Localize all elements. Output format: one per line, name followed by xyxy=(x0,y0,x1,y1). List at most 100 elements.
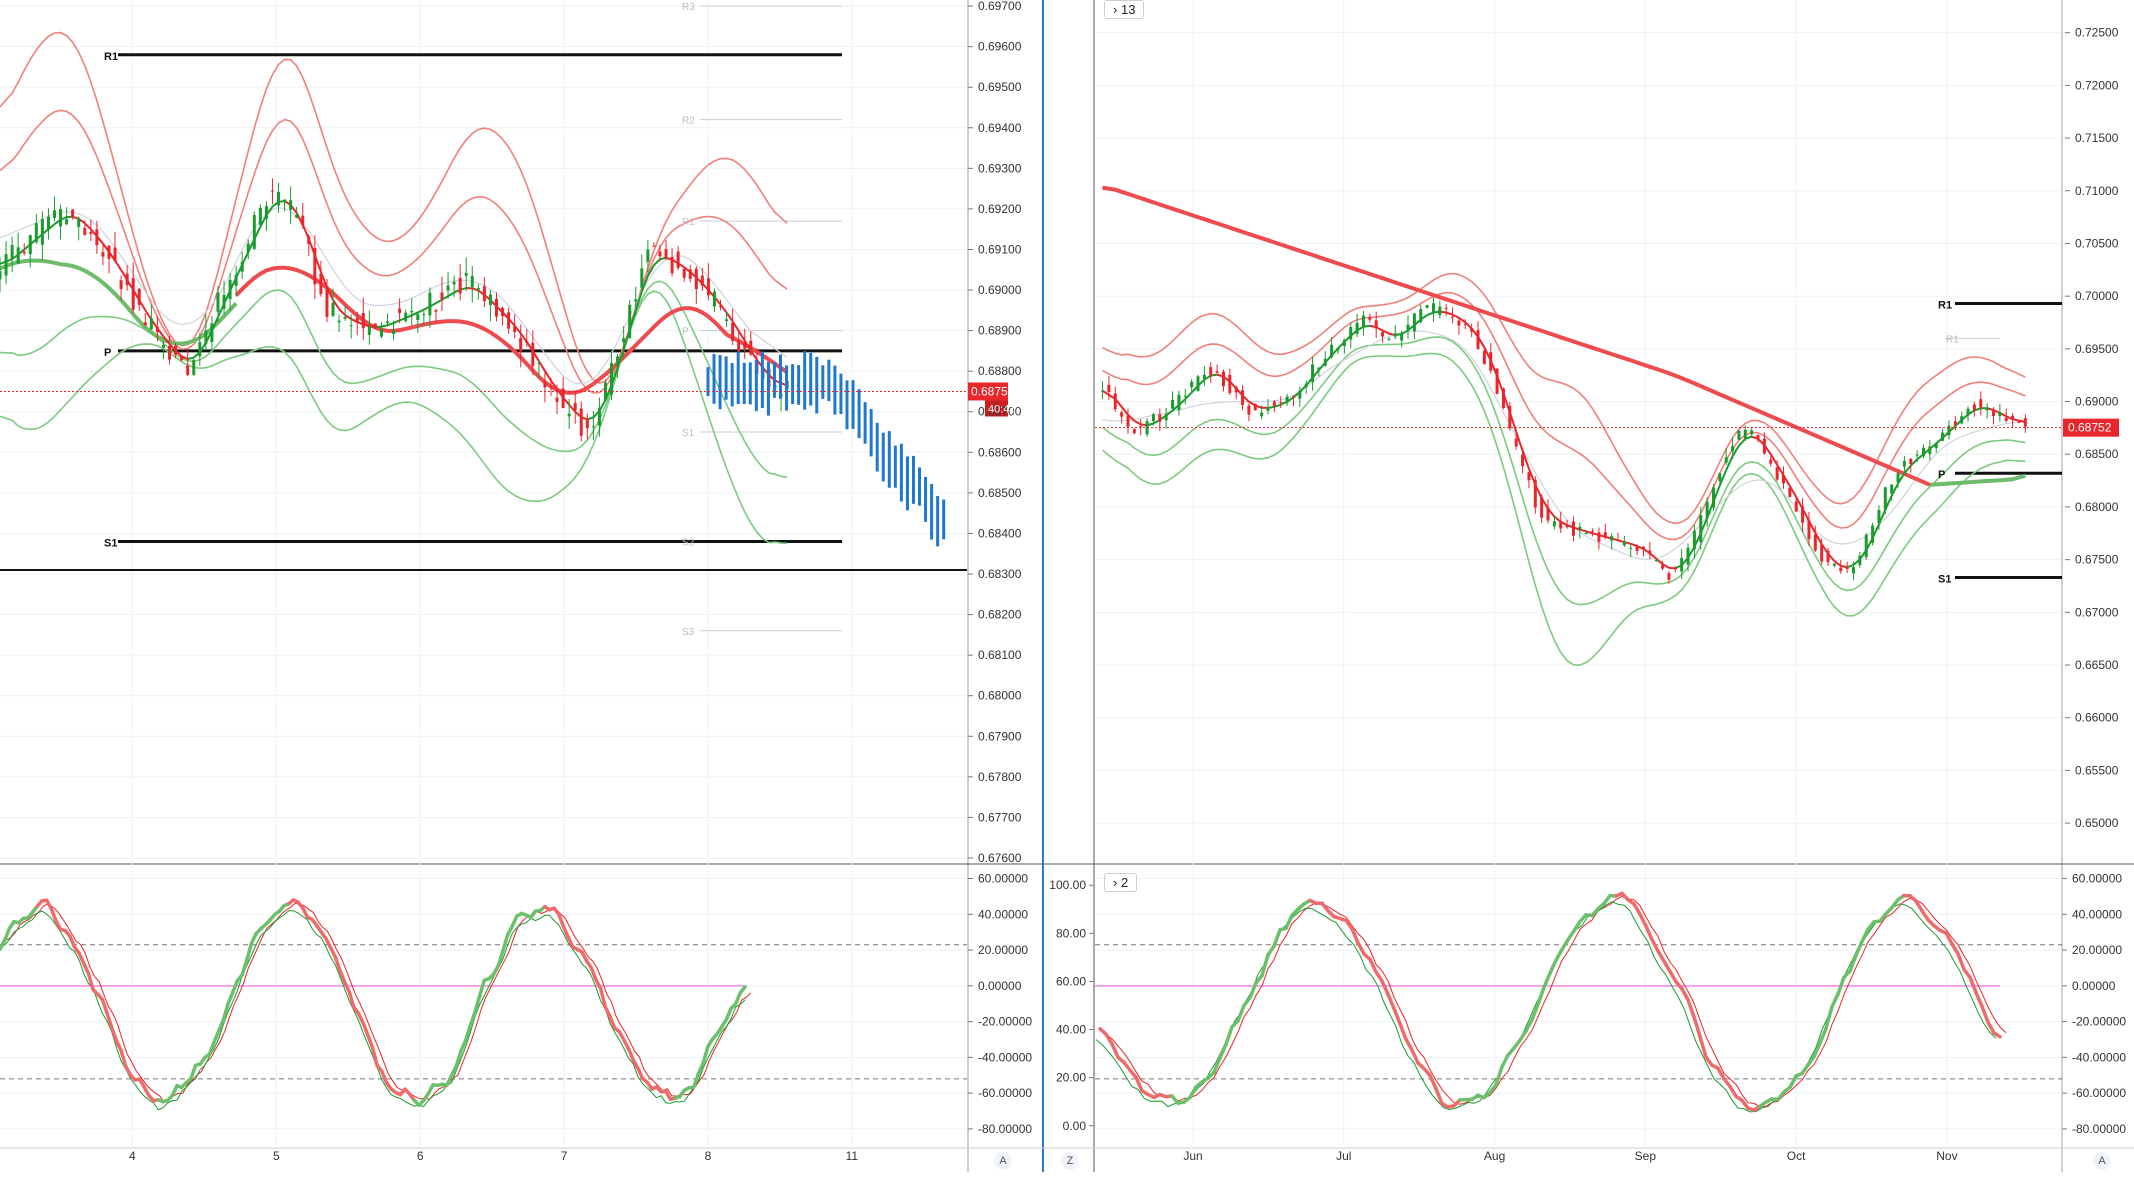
right-candle-body xyxy=(1527,472,1530,480)
left-auto-scale-button[interactable]: A xyxy=(994,1152,1012,1170)
right-candle-body xyxy=(1267,408,1270,411)
right-price-tick-label: 0.71000 xyxy=(2075,184,2119,198)
left-candle-body xyxy=(71,210,74,218)
right-osc-main-segment xyxy=(1700,1037,1706,1058)
left-faint-level-label: S3 xyxy=(682,627,695,638)
left-candle-body xyxy=(658,252,661,257)
left-price-tick-label: 0.69400 xyxy=(978,121,1022,135)
right-osc-main-segment xyxy=(1994,1033,2000,1037)
left-osc-main-segment xyxy=(112,1028,117,1041)
right-oscillator-legend[interactable]: › 2 xyxy=(1104,873,1137,892)
left-price-tick-label: 0.68800 xyxy=(978,364,1022,378)
right-candle-body xyxy=(1591,531,1594,532)
left-candle-body xyxy=(144,322,147,325)
right-osc-main-segment xyxy=(1790,1076,1796,1087)
right-candle-body xyxy=(1457,320,1460,325)
right-candle-body xyxy=(1222,372,1225,387)
chevron-right-icon: › xyxy=(1113,875,1117,890)
right-osc-tick-label: 20.00000 xyxy=(2072,943,2122,957)
left-osc-main-segment xyxy=(498,951,503,966)
right-candle-body xyxy=(1858,556,1861,565)
left-pivot-label: R1 xyxy=(104,51,118,63)
right-candle-body xyxy=(1973,405,1976,411)
right-osc-left-tick-label: 100.00 xyxy=(1049,878,1086,892)
left-candle-body xyxy=(731,323,734,341)
right-candle-body xyxy=(1286,397,1289,403)
right-candle-body xyxy=(1610,536,1613,540)
right-main-legend[interactable]: › 13 xyxy=(1104,0,1144,19)
right-fast-ma-segment xyxy=(1904,466,1910,474)
right-candle-body xyxy=(1375,320,1378,328)
right-price-tick-label: 0.69500 xyxy=(2075,342,2119,356)
right-candle-body xyxy=(1152,414,1155,421)
right-candle-body xyxy=(1731,446,1734,451)
left-price-tick-label: 0.68900 xyxy=(978,324,1022,338)
right-candle-body xyxy=(1617,540,1620,541)
left-candle-body xyxy=(465,273,468,276)
right-candle-body xyxy=(1604,532,1607,537)
right-candle-body xyxy=(1833,564,1836,566)
left-fast-ma-segment xyxy=(721,304,727,312)
right-candle-body xyxy=(1196,376,1199,391)
right-candle-body xyxy=(1667,573,1670,580)
right-osc-main-segment xyxy=(1112,1044,1118,1057)
left-candle-body xyxy=(434,310,437,312)
right-candle-body xyxy=(1884,487,1887,510)
right-osc-main-segment xyxy=(1352,929,1358,943)
right-osc-main-segment xyxy=(1382,981,1388,994)
right-candle-body xyxy=(1356,323,1359,334)
left-osc-main-segment xyxy=(242,960,247,975)
left-price-tick-label: 0.67700 xyxy=(978,810,1022,824)
right-candle-body xyxy=(1260,413,1263,417)
chart-canvas[interactable]: 0.697000.696000.695000.694000.693000.692… xyxy=(0,0,2134,1172)
right-osc-main-segment xyxy=(1556,949,1562,960)
right-candle-body xyxy=(1445,308,1448,309)
left-candle-body xyxy=(83,228,86,235)
left-candle-body xyxy=(277,192,280,206)
left-candle-body xyxy=(719,306,722,307)
right-price-tick-label: 0.66000 xyxy=(2075,711,2119,725)
right-candle-body xyxy=(1566,525,1569,527)
right-osc-main-segment xyxy=(1664,961,1670,971)
right-osc-main-segment xyxy=(1694,1017,1700,1037)
right-osc-main-segment xyxy=(1634,904,1640,914)
right-candle-body xyxy=(1712,487,1715,507)
right-candle-body xyxy=(1954,421,1957,425)
right-candle-body xyxy=(1203,375,1206,380)
right-zoom-button[interactable]: Z xyxy=(1061,1152,1079,1170)
left-osc-main-segment xyxy=(466,1026,471,1041)
left-candle-body xyxy=(665,249,668,258)
right-candle-body xyxy=(1158,414,1161,421)
right-candle-body xyxy=(1343,340,1346,346)
right-candle-body xyxy=(1107,385,1110,392)
left-price-tick-label: 0.68200 xyxy=(978,608,1022,622)
left-fast-ma-segment xyxy=(448,293,454,297)
left-candle-body xyxy=(174,346,177,355)
left-candle-body xyxy=(374,323,377,328)
right-candle-body xyxy=(1305,384,1308,387)
left-candle-body xyxy=(41,219,44,245)
left-candle-body xyxy=(616,356,619,365)
right-osc-main-segment xyxy=(1832,994,1838,1006)
right-candle-body xyxy=(1279,402,1282,403)
right-candle-body xyxy=(1744,430,1747,439)
left-candle-body xyxy=(652,246,655,247)
right-price-tick-label: 0.68500 xyxy=(2075,447,2119,461)
left-candle-body xyxy=(289,200,292,210)
right-fast-ma-segment xyxy=(1847,565,1853,567)
right-price-tick-label: 0.67000 xyxy=(2075,605,2119,619)
right-candle-body xyxy=(1967,409,1970,416)
right-candle-body xyxy=(1241,390,1244,405)
right-candle-body xyxy=(1400,334,1403,341)
right-auto-scale-button[interactable]: A xyxy=(2093,1152,2111,1170)
left-osc-main-segment xyxy=(121,1051,126,1067)
right-osc-left-tick-label: 0.00 xyxy=(1063,1119,1087,1133)
right-candle-body xyxy=(1807,521,1810,540)
left-osc-main-segment xyxy=(224,1004,229,1020)
right-last-price-label: 0.68752 xyxy=(2068,421,2112,435)
left-oscillator-pane xyxy=(0,879,973,1129)
right-osc-main-segment xyxy=(1274,930,1280,946)
left-candle-body xyxy=(35,223,38,242)
right-candle-body xyxy=(1381,332,1384,337)
left-candle-body xyxy=(537,363,540,364)
